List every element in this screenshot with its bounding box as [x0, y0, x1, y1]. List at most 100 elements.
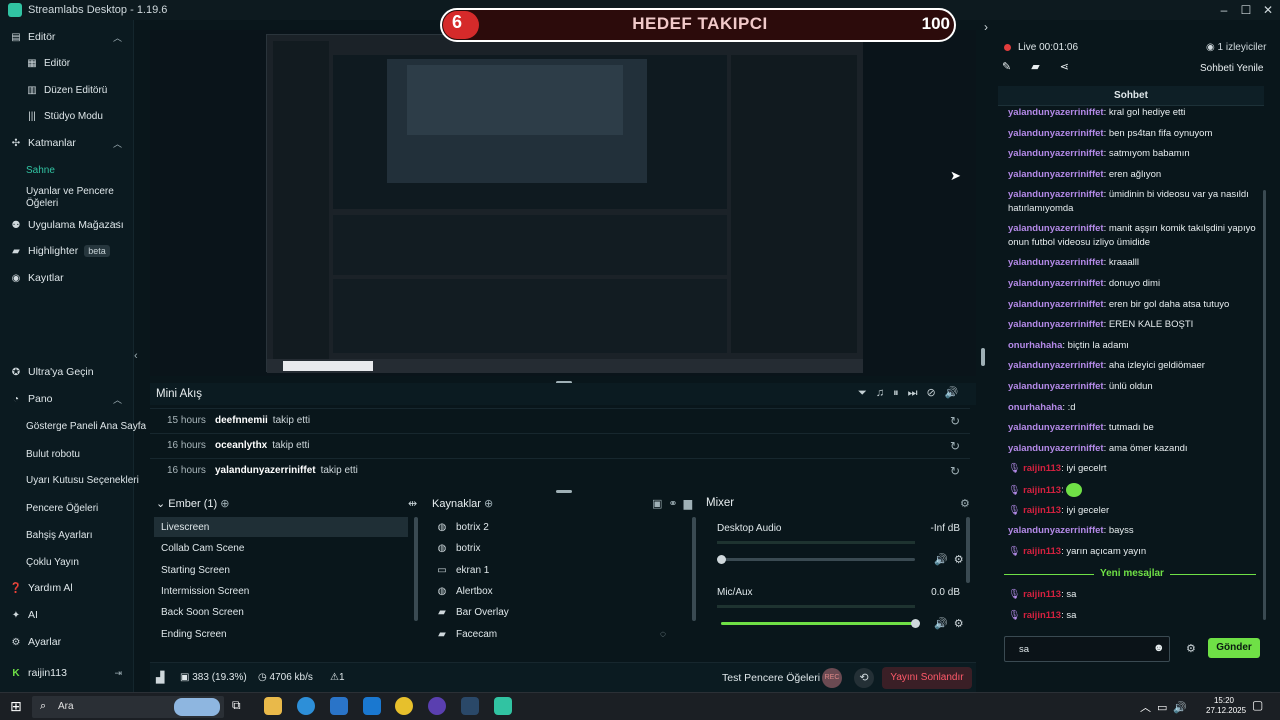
replay-icon[interactable]: ↻	[950, 414, 960, 428]
chat-username[interactable]: onurhahaha	[1008, 340, 1062, 351]
volume-knob[interactable]	[911, 619, 920, 628]
sidebar-item-alerts-widgets[interactable]: Uyanlar ve Pencere Öğeleri	[26, 185, 148, 211]
minimize-icon[interactable]: –	[1214, 2, 1234, 18]
chat-username[interactable]: yalandunyazerriniffet	[1008, 189, 1104, 200]
add-folder-icon[interactable]: ▆	[684, 498, 698, 510]
scene-item[interactable]: Intermission Screen	[154, 581, 408, 601]
taskbar-search[interactable]: ⌕ Ara	[32, 696, 224, 718]
add-scene-icon[interactable]: ⊕	[220, 498, 229, 510]
refresh-chat-button[interactable]: Sohbeti Yenile	[1200, 63, 1263, 74]
chat-username[interactable]: yalandunyazerriniffet	[1008, 169, 1104, 180]
chat-username[interactable]: yalandunyazerriniffet	[1008, 443, 1104, 454]
filter-icon[interactable]: ⏷	[858, 387, 876, 399]
scene-item[interactable]: Collab Cam Scene	[154, 538, 408, 558]
volume-tray-icon[interactable]: 🔊	[1173, 702, 1193, 714]
task-view-icon[interactable]: ⧉	[232, 698, 241, 713]
chat-username[interactable]: raijin113	[1023, 505, 1061, 516]
sidebar-item-settings[interactable]: ⚙ Ayarlar	[10, 633, 132, 651]
sidebar-item-layout-editor[interactable]: ▥ Düzen Editörü	[26, 81, 148, 99]
sidebar-item-cloudbot[interactable]: Bulut robotu	[26, 445, 148, 463]
scene-transition-icon[interactable]: ⇹	[408, 497, 417, 510]
mini-feed-controls[interactable]: ⏷♫⏸⏭⊘🔊	[858, 386, 967, 400]
volume-icon[interactable]: 🔊	[945, 387, 968, 399]
warning-icon[interactable]: ⚠	[330, 672, 339, 683]
music-icon[interactable]: ♫	[876, 387, 893, 399]
speaker-icon[interactable]: 🔊	[934, 554, 954, 566]
sidebar-item-ai[interactable]: ✦ AI	[10, 606, 132, 624]
speaker-icon[interactable]: 🔊	[934, 618, 954, 630]
notifications-icon[interactable]: ▢	[1252, 698, 1263, 712]
chat-username[interactable]: yalandunyazerriniffet	[1008, 128, 1104, 139]
user-profile[interactable]: Kraijin113 ⇥	[10, 664, 132, 682]
replay-icon[interactable]: ↻	[950, 439, 960, 453]
maximize-icon[interactable]: ☐	[1236, 2, 1256, 18]
pause-icon[interactable]: ⏸	[893, 387, 908, 399]
chat-username[interactable]: yalandunyazerriniffet	[1008, 319, 1104, 330]
edit-icon[interactable]: ✎	[1002, 61, 1031, 73]
scenes-scrollbar[interactable]	[414, 517, 418, 621]
add-source-icon[interactable]: ⊕	[484, 498, 493, 510]
sidebar-item-dashboard-home[interactable]: Gösterge Paneli Ana Sayfa	[26, 414, 148, 440]
sidebar-item-help[interactable]: ❓ Yardım Al	[10, 579, 132, 597]
group-icon[interactable]: ▣	[652, 498, 668, 510]
sidebar-item-widgets[interactable]: Pencere Öğeleri	[26, 499, 148, 517]
test-widgets-button[interactable]: Test Pencere Öğeleri	[722, 672, 820, 684]
volume-slider[interactable]	[721, 619, 920, 628]
resize-handle[interactable]	[981, 348, 985, 366]
sidebar-item-alertbox-settings[interactable]: Uyarı Kutusu Seçenekleri	[26, 468, 148, 494]
sidebar-item-editor-group[interactable]: ▤ Editör ︿	[10, 28, 132, 46]
chat-settings-icon[interactable]: ⚙	[1186, 642, 1196, 655]
chat-username[interactable]: onurhahaha	[1008, 402, 1062, 413]
source-item[interactable]: ▭ ekran 1	[436, 560, 489, 580]
channel-settings-icon[interactable]: ⚙	[954, 618, 970, 630]
source-item[interactable]: ◍ botrix	[436, 538, 481, 558]
chat-username[interactable]: raijin113	[1023, 463, 1061, 474]
share-icon[interactable]: ⋖	[1060, 61, 1089, 73]
chat-username[interactable]: yalandunyazerriniffet	[1008, 257, 1104, 268]
streamlabs-taskbar-icon[interactable]	[494, 697, 512, 715]
scene-item[interactable]: Livescreen	[154, 517, 408, 537]
chat-username[interactable]: yalandunyazerriniffet	[1008, 360, 1104, 371]
chat-username[interactable]: yalandunyazerriniffet	[1008, 525, 1104, 536]
drag-handle[interactable]	[556, 490, 572, 493]
edge-icon[interactable]	[297, 697, 315, 715]
scene-collection-title[interactable]: Ember (1)	[168, 498, 217, 510]
sidebar-item-app-store[interactable]: ⚉ Uygulama Mağazası ﹀	[10, 216, 132, 234]
sidebar-item-highlighter[interactable]: ▰ Highlighter beta	[10, 242, 132, 260]
file-explorer-icon[interactable]	[264, 697, 282, 715]
sidebar-item-ultra[interactable]: ✪ Ultra'ya Geçin	[10, 363, 132, 381]
performance-icon[interactable]: ▟	[156, 671, 164, 684]
windows-start-icon[interactable]: ⊞	[10, 698, 22, 715]
steam-icon[interactable]	[461, 697, 479, 715]
chat-username[interactable]: raijin113	[1023, 546, 1061, 557]
filters-icon[interactable]: ⚭	[668, 498, 683, 510]
sidebar-item-layers[interactable]: ✣ Katmanlar ︿	[10, 134, 132, 152]
tray-chevron-icon[interactable]: ︿	[1140, 702, 1157, 714]
replay-icon[interactable]: ↻	[950, 464, 960, 478]
chat-username[interactable]: yalandunyazerriniffet	[1008, 299, 1104, 310]
network-icon[interactable]: ▭	[1157, 702, 1173, 714]
mixer-settings-icon[interactable]: ⚙	[960, 497, 970, 510]
chat-username[interactable]: raijin113	[1023, 610, 1061, 621]
chat-username[interactable]: raijin113	[1023, 485, 1061, 496]
end-stream-button[interactable]: Yayını Sonlandır	[882, 667, 972, 689]
sidebar-item-recordings[interactable]: ◉ Kayıtlar	[10, 269, 132, 287]
store-app-icon[interactable]	[330, 697, 348, 715]
volume-knob[interactable]	[717, 555, 726, 564]
source-item[interactable]: ▰ Facecam ◌	[436, 624, 666, 644]
sources-scrollbar[interactable]	[692, 517, 696, 621]
sources-controls[interactable]: ▣⚭▆	[652, 497, 698, 510]
chat-scrollbar[interactable]	[1263, 190, 1266, 620]
scene-item[interactable]: Ending Screen	[154, 624, 408, 644]
source-item[interactable]: ◍ botrix 2	[436, 517, 489, 537]
sidebar-item-dashboard[interactable]: ◔ Pano ︿	[10, 390, 132, 408]
chat-input[interactable]: sa ☻	[1004, 636, 1170, 662]
chat-username[interactable]: yalandunyazerriniffet	[1008, 278, 1104, 289]
mute-alerts-icon[interactable]: ⊘	[926, 387, 944, 399]
chat-username[interactable]: yalandunyazerriniffet	[1008, 381, 1104, 392]
scene-item[interactable]: Back Soon Screen	[154, 602, 408, 622]
source-item[interactable]: ◍ Alertbox	[436, 581, 493, 601]
chat-username[interactable]: yalandunyazerriniffet	[1008, 223, 1104, 234]
close-icon[interactable]: ✕	[1258, 2, 1278, 18]
emoji-icon[interactable]: ☻	[1153, 642, 1165, 654]
